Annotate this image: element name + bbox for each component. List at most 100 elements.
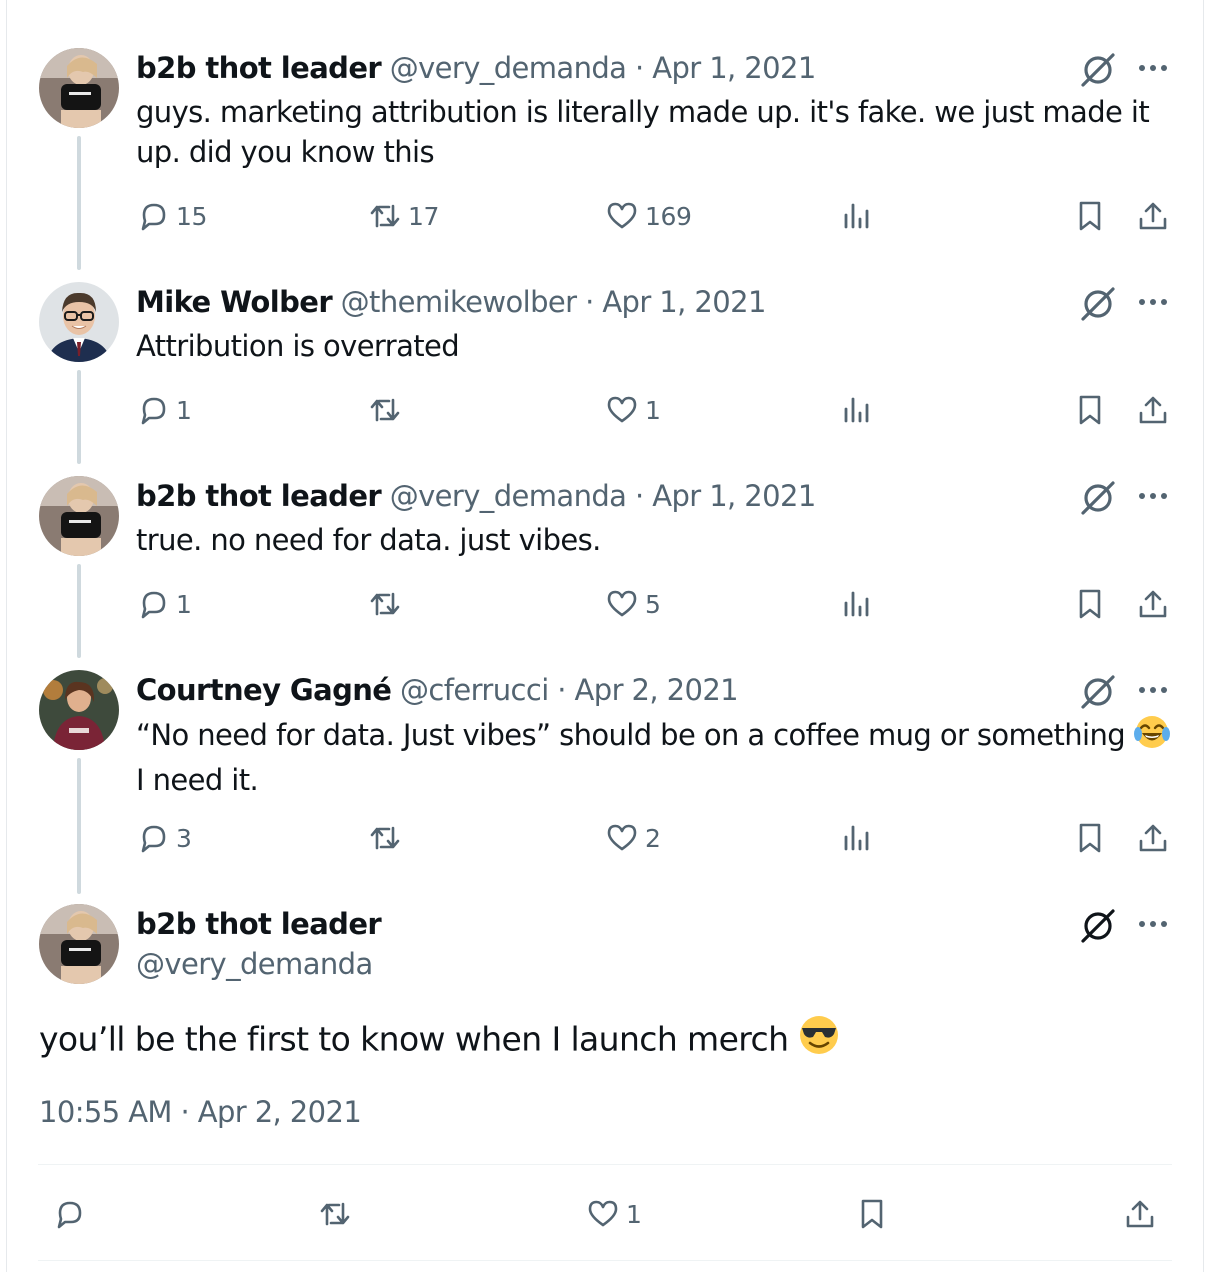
share-icon	[1139, 824, 1167, 852]
action-bar: 3 2	[0, 820, 1218, 856]
share-button[interactable]	[1136, 198, 1170, 234]
retweet-button[interactable]	[368, 392, 408, 428]
views-button[interactable]	[840, 198, 874, 234]
main-tweet[interactable]: b2b thot leader @very_demanda you’ll be …	[0, 904, 1218, 1272]
share-button[interactable]	[1123, 1196, 1157, 1232]
bookmark-button[interactable]	[1073, 392, 1107, 428]
like-count: 2	[645, 823, 661, 853]
like-button[interactable]: 1	[586, 1196, 642, 1232]
reply-icon	[141, 825, 166, 853]
retweet-icon	[370, 592, 400, 616]
reply-button[interactable]: 15	[136, 198, 207, 234]
display-name[interactable]: b2b thot leader	[136, 479, 382, 513]
user-handle[interactable]: @themikewolber	[341, 285, 577, 319]
display-name[interactable]: b2b thot leader	[136, 904, 382, 944]
avatar[interactable]	[39, 282, 119, 362]
grok-icon[interactable]	[1078, 906, 1118, 946]
views-icon	[844, 591, 869, 617]
grok-icon[interactable]	[1078, 672, 1118, 712]
action-bar: 1	[0, 1196, 1218, 1232]
bookmark-button[interactable]	[1073, 586, 1107, 622]
tweet-date[interactable]: Apr 1, 2021	[652, 479, 816, 513]
reply-button[interactable]	[52, 1196, 92, 1232]
retweet-button[interactable]: 17	[368, 198, 439, 234]
views-button[interactable]	[840, 392, 874, 428]
like-button[interactable]: 2	[605, 820, 661, 856]
like-count: 1	[626, 1199, 642, 1229]
more-icon[interactable]	[1136, 476, 1170, 516]
display-name[interactable]: b2b thot leader	[136, 51, 382, 85]
divider	[38, 1164, 1172, 1165]
share-icon	[1139, 590, 1167, 618]
reply-count: 1	[176, 589, 192, 619]
user-handle[interactable]: @very_demanda	[390, 51, 627, 85]
sunglasses-emoji	[798, 1014, 840, 1068]
avatar[interactable]	[39, 670, 119, 750]
avatar[interactable]	[39, 904, 119, 984]
separator: ·	[626, 51, 653, 85]
bookmark-button[interactable]	[855, 1196, 889, 1232]
tweet-date[interactable]: Apr 2, 2021	[575, 673, 739, 707]
display-name[interactable]: Courtney Gagné	[136, 673, 392, 707]
user-handle[interactable]: @cferrucci	[400, 673, 549, 707]
tweet-text-part: I need it.	[136, 763, 259, 797]
user-handle[interactable]: @very_demanda	[390, 479, 627, 513]
views-button[interactable]	[840, 820, 874, 856]
reply-button[interactable]: 3	[136, 820, 192, 856]
share-button[interactable]	[1136, 820, 1170, 856]
reply-icon	[57, 1201, 82, 1229]
tweet-header: Mike Wolber @themikewolber · Apr 1, 2021	[136, 282, 1218, 322]
tweet-text-part: you’ll be the first to know when I launc…	[39, 1019, 799, 1059]
views-icon	[844, 203, 869, 229]
grok-icon[interactable]	[1078, 50, 1118, 90]
tweet-timestamp[interactable]: 10:55 AM · Apr 2, 2021	[39, 1092, 362, 1132]
tweet-text-part: “No need for data. Just vibes” should be…	[136, 718, 1134, 752]
more-icon[interactable]	[1136, 904, 1170, 944]
more-icon[interactable]	[1136, 48, 1170, 88]
like-count: 5	[645, 589, 661, 619]
avatar[interactable]	[39, 476, 119, 556]
tweet-date[interactable]: Apr 1, 2021	[652, 51, 816, 85]
display-name[interactable]: Mike Wolber	[136, 285, 333, 319]
separator: ·	[576, 285, 603, 319]
bookmark-icon	[1079, 823, 1101, 853]
views-icon	[844, 397, 869, 423]
reply-button[interactable]: 1	[136, 392, 192, 428]
bookmark-icon	[1079, 201, 1101, 231]
tweet-text: guys. marketing attribution is literally…	[136, 95, 1150, 169]
bookmark-icon	[861, 1199, 883, 1229]
heart-icon	[607, 590, 637, 617]
like-button[interactable]: 169	[605, 198, 692, 234]
tweet-text: “No need for data. Just vibes” should be…	[136, 714, 1176, 800]
grok-icon[interactable]	[1078, 478, 1118, 518]
reply-tweet[interactable]: Courtney Gagné @cferrucci · Apr 2, 2021 …	[0, 670, 1218, 880]
user-handle[interactable]: @very_demanda	[136, 944, 373, 984]
grok-icon[interactable]	[1078, 284, 1118, 324]
share-button[interactable]	[1136, 586, 1170, 622]
more-icon[interactable]	[1136, 670, 1170, 710]
share-icon	[1139, 396, 1167, 424]
bookmark-button[interactable]	[1073, 198, 1107, 234]
bookmark-button[interactable]	[1073, 820, 1107, 856]
share-button[interactable]	[1136, 392, 1170, 428]
separator: ·	[626, 479, 653, 513]
more-icon[interactable]	[1136, 282, 1170, 322]
retweet-icon	[370, 826, 400, 850]
action-bar: 1 5	[0, 586, 1218, 622]
retweet-button[interactable]	[318, 1196, 358, 1232]
heart-icon	[607, 824, 637, 851]
retweet-icon	[370, 398, 400, 422]
like-button[interactable]: 1	[605, 392, 661, 428]
like-button[interactable]: 5	[605, 586, 661, 622]
retweet-button[interactable]	[368, 586, 408, 622]
tweet-date[interactable]: Apr 1, 2021	[602, 285, 766, 319]
retweet-button[interactable]	[368, 820, 408, 856]
views-button[interactable]	[840, 586, 874, 622]
reply-tweet[interactable]: Mike Wolber @themikewolber · Apr 1, 2021…	[0, 282, 1218, 452]
reply-tweet[interactable]: b2b thot leader @very_demanda · Apr 1, 2…	[0, 476, 1218, 646]
reply-button[interactable]: 1	[136, 586, 192, 622]
tweet-header: Courtney Gagné @cferrucci · Apr 2, 2021	[136, 670, 1218, 710]
reply-tweet[interactable]: b2b thot leader @very_demanda · Apr 1, 2…	[0, 48, 1218, 258]
avatar[interactable]	[39, 48, 119, 128]
bookmark-icon	[1079, 589, 1101, 619]
